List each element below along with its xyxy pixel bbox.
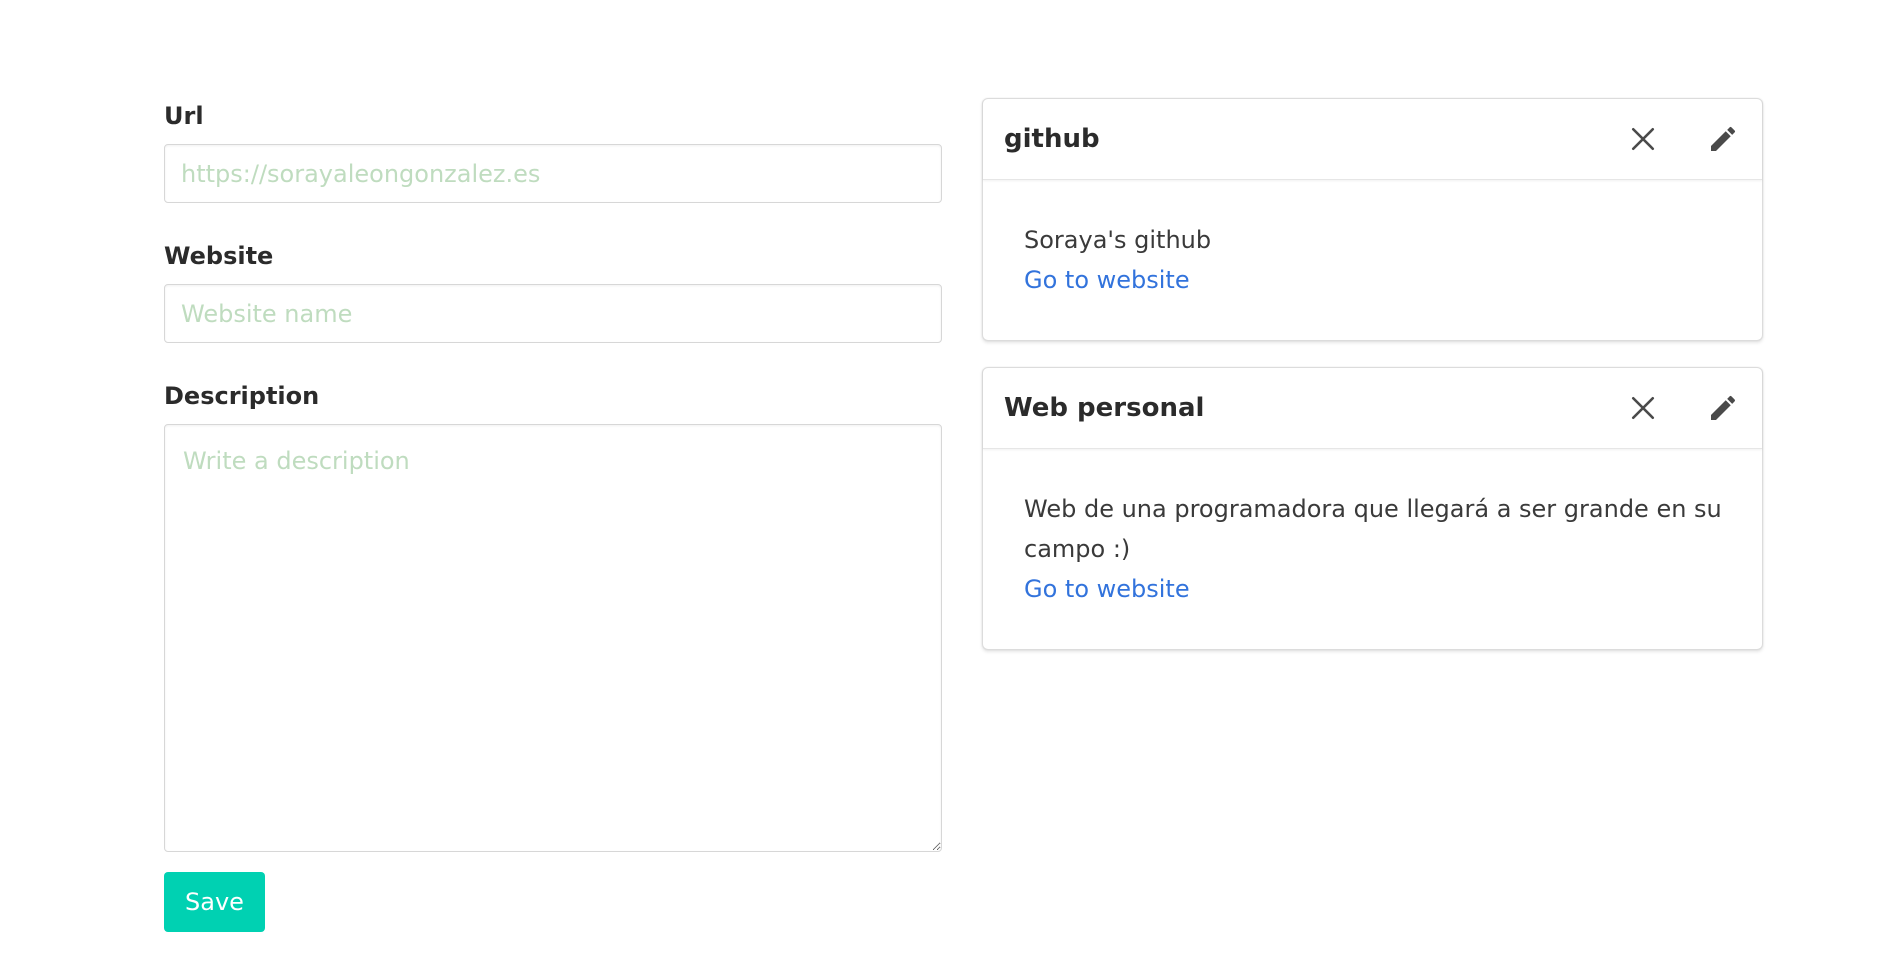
card-title: github <box>1004 124 1100 154</box>
card-title: Web personal <box>1004 393 1205 423</box>
pencil-icon[interactable] <box>1703 388 1743 428</box>
url-input[interactable] <box>164 144 942 203</box>
go-to-website-link[interactable]: Go to website <box>1024 575 1190 603</box>
card-content: Web de una programadora que llegará a se… <box>983 449 1762 649</box>
card-description: Soraya's github <box>1024 226 1212 254</box>
card-header: Web personal <box>983 368 1762 449</box>
link-form: Url Website Description Save <box>164 100 942 932</box>
link-card: github Soraya's github Go to website <box>982 98 1763 341</box>
pencil-icon[interactable] <box>1703 119 1743 159</box>
go-to-website-link[interactable]: Go to website <box>1024 266 1190 294</box>
description-label: Description <box>164 382 320 410</box>
link-card: Web personal Web de una programadora que… <box>982 367 1763 650</box>
page: Url Website Description Save github <box>0 0 1902 965</box>
link-card-list: github Soraya's github Go to website Web… <box>982 98 1763 676</box>
card-description: Web de una programadora que llegará a se… <box>1024 495 1722 563</box>
website-input[interactable] <box>164 284 942 343</box>
close-icon[interactable] <box>1623 119 1663 159</box>
card-content: Soraya's github Go to website <box>983 180 1762 340</box>
card-header: github <box>983 99 1762 180</box>
website-label: Website <box>164 242 274 270</box>
save-button[interactable]: Save <box>164 872 265 932</box>
description-textarea[interactable] <box>164 424 942 852</box>
close-icon[interactable] <box>1623 388 1663 428</box>
url-label: Url <box>164 102 204 130</box>
